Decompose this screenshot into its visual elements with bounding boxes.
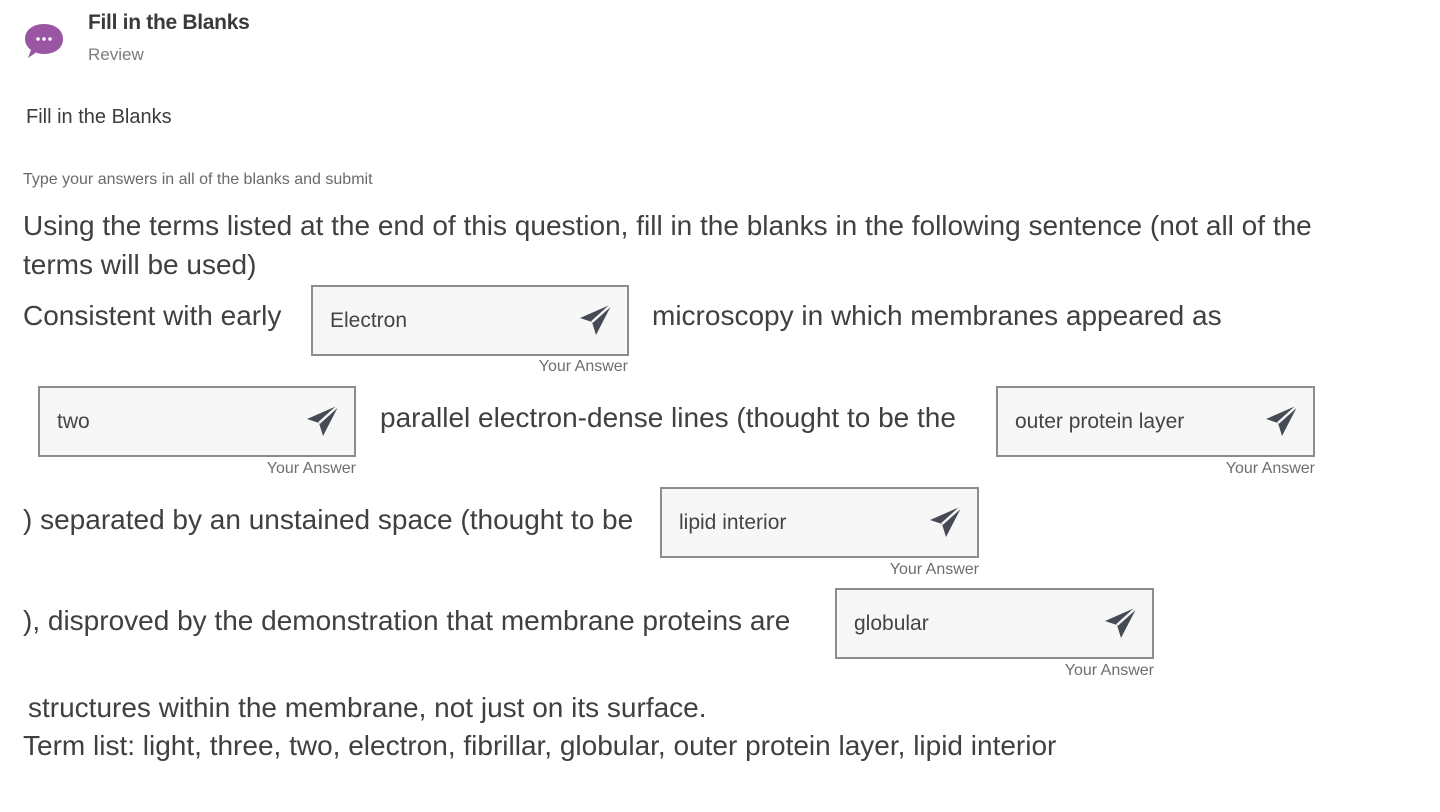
send-icon[interactable] <box>305 403 341 439</box>
answer-blank-1[interactable]: Electron <box>311 285 629 356</box>
answer-caption: Your Answer <box>1225 460 1315 477</box>
header-title: Fill in the Blanks <box>88 11 250 34</box>
answer-caption: Your Answer <box>889 561 979 578</box>
sentence-segment: microscopy in which membranes appeared a… <box>652 300 1222 331</box>
answer-caption: Your Answer <box>266 460 356 477</box>
send-icon[interactable] <box>1264 403 1300 439</box>
answer-value[interactable]: globular <box>854 590 929 657</box>
question-prompt-line-2: terms will be used) <box>23 249 257 280</box>
chat-bubble-icon <box>23 22 65 60</box>
answer-value[interactable]: lipid interior <box>679 489 786 556</box>
answer-caption: Your Answer <box>1064 662 1154 679</box>
instruction-text: Type your answers in all of the blanks a… <box>23 171 373 188</box>
answer-value[interactable]: outer protein layer <box>1015 388 1184 455</box>
sentence-segment: Consistent with early <box>23 300 282 331</box>
answer-caption: Your Answer <box>538 358 628 375</box>
send-icon[interactable] <box>1103 605 1139 641</box>
answer-value[interactable]: two <box>57 388 90 455</box>
question-prompt-line-1: Using the terms listed at the end of thi… <box>23 210 1312 241</box>
answer-blank-2[interactable]: two <box>38 386 356 457</box>
send-icon[interactable] <box>578 302 614 338</box>
answer-blank-5[interactable]: globular <box>835 588 1154 659</box>
sentence-segment: ) separated by an unstained space (thoug… <box>23 504 634 535</box>
answer-blank-4[interactable]: lipid interior <box>660 487 979 558</box>
sentence-segment: parallel electron-dense lines (thought t… <box>380 402 956 433</box>
sentence-segment: structures within the membrane, not just… <box>28 692 707 723</box>
header-subtitle: Review <box>88 45 144 64</box>
answer-blank-3[interactable]: outer protein layer <box>996 386 1315 457</box>
send-icon[interactable] <box>928 504 964 540</box>
answer-value[interactable]: Electron <box>330 287 407 354</box>
term-list: Term list: light, three, two, electron, … <box>23 730 1057 761</box>
sentence-segment: ), disproved by the demonstration that m… <box>23 605 791 636</box>
section-title: Fill in the Blanks <box>26 106 172 128</box>
